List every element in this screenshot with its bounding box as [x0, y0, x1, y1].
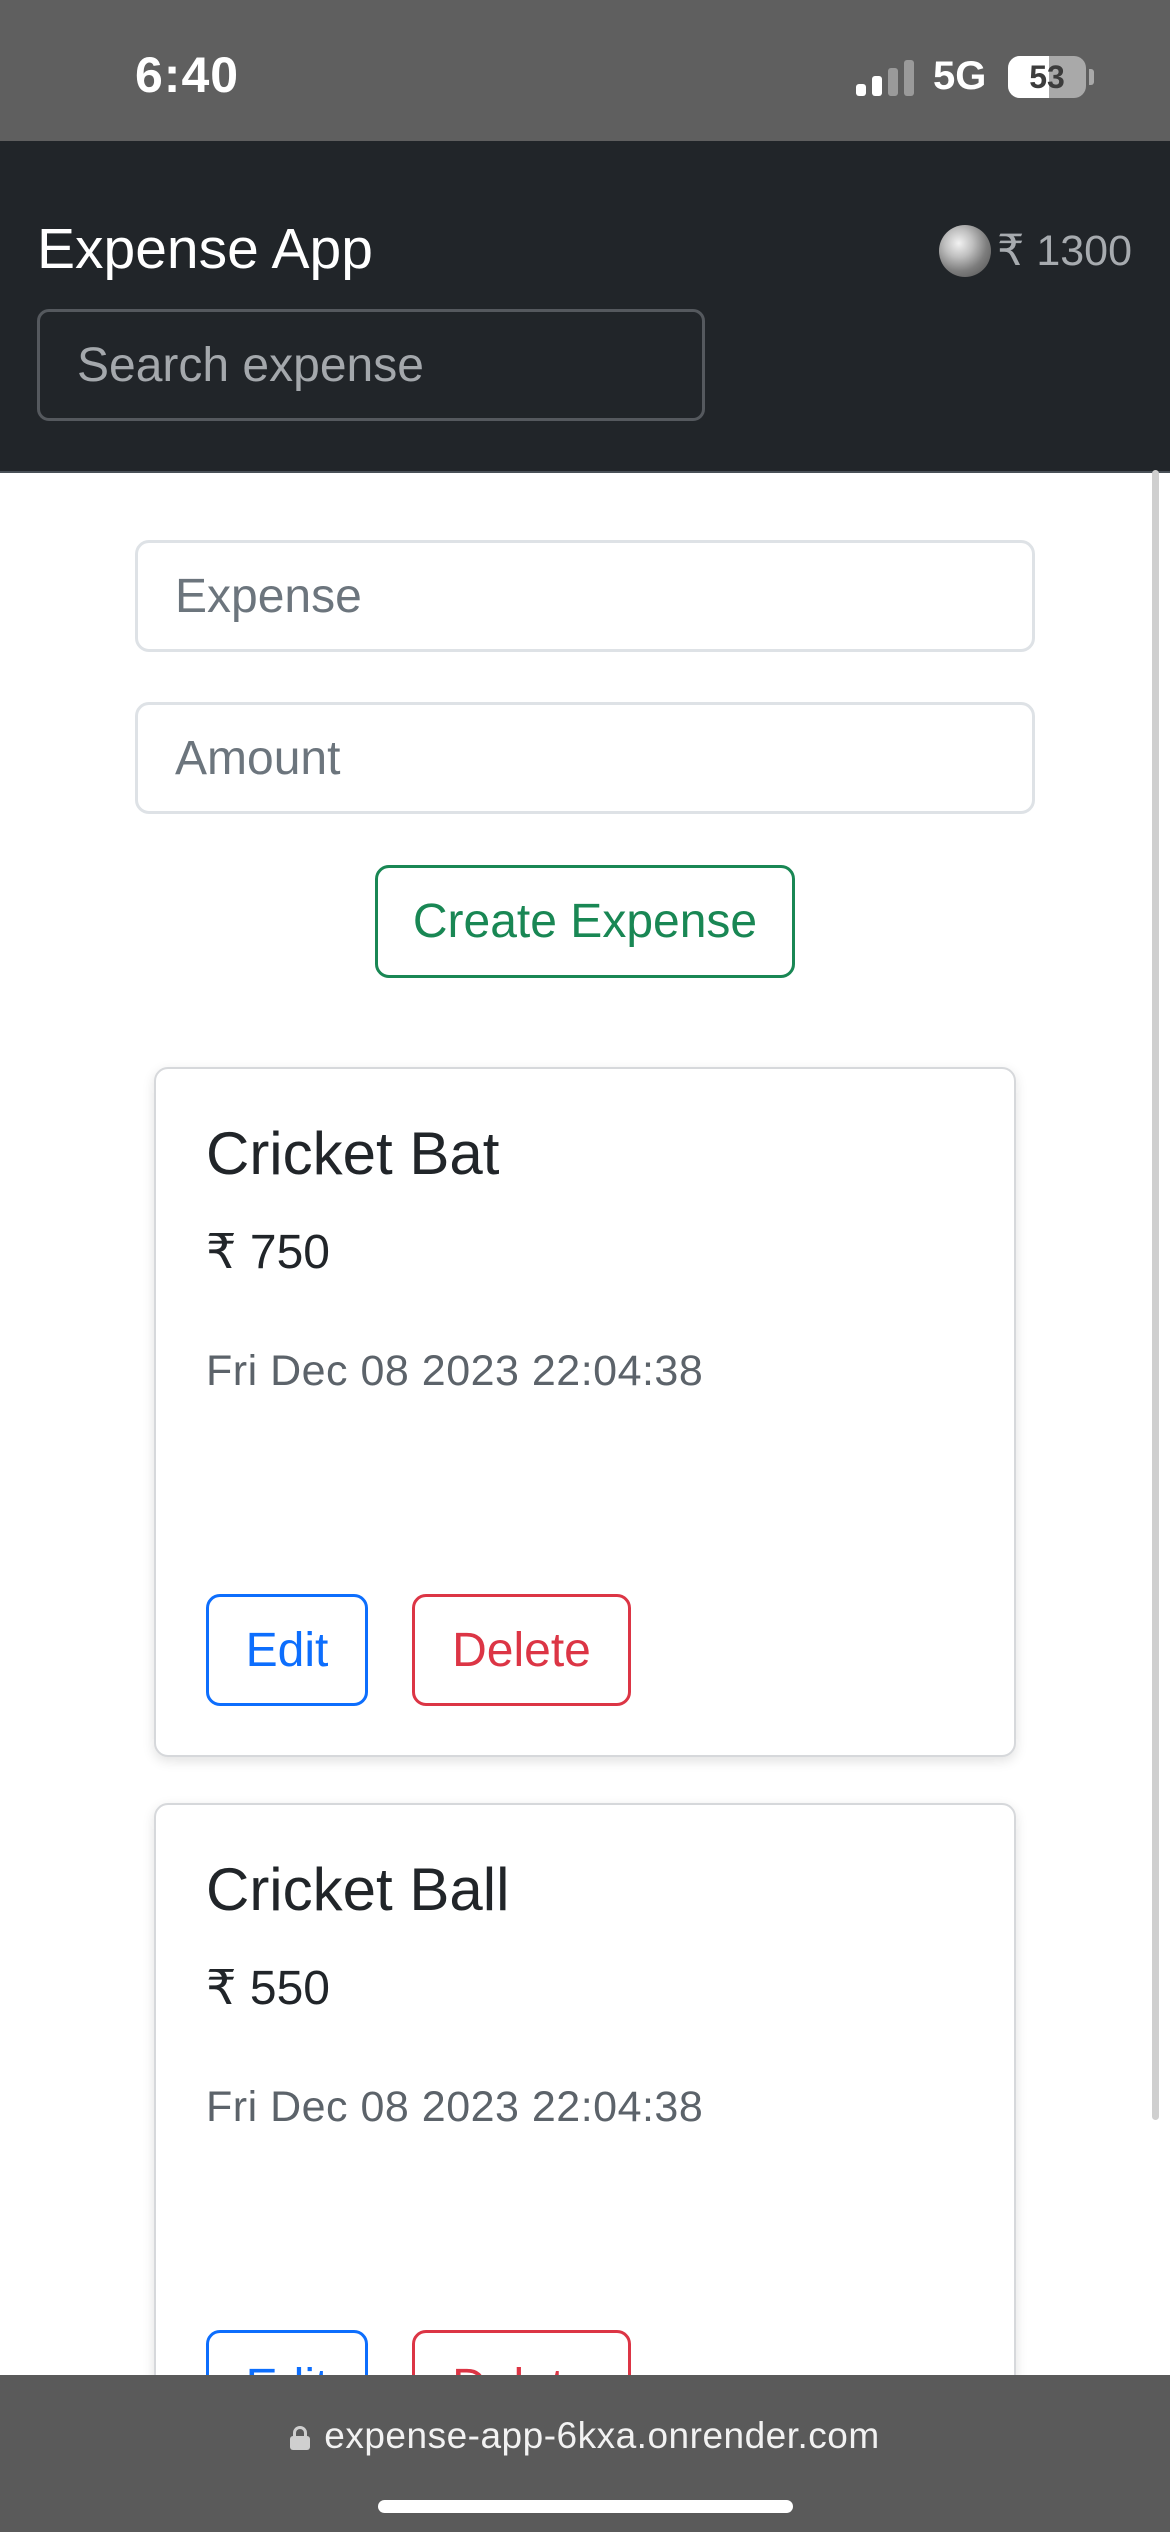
- balance-amount: ₹ 1300: [997, 227, 1132, 275]
- expense-amount: ₹ 750: [206, 1226, 330, 1279]
- battery-percent: 53: [1029, 59, 1065, 95]
- search-input[interactable]: [37, 309, 705, 421]
- signal-icon: [856, 60, 914, 96]
- screen: 6:40 5G 53 Expense App ₹ 1300 Create Exp…: [0, 0, 1170, 2532]
- expense-amount: ₹ 550: [206, 1962, 330, 2015]
- balance-display: ₹ 1300: [939, 225, 1132, 277]
- brand-title[interactable]: Expense App: [37, 216, 373, 282]
- battery-nub: [1089, 69, 1094, 85]
- status-bar: 6:40 5G 53: [0, 0, 1170, 141]
- expense-input[interactable]: [135, 540, 1035, 652]
- coin-icon: [939, 225, 992, 277]
- network-type: 5G: [933, 54, 987, 98]
- home-indicator[interactable]: [378, 2500, 793, 2513]
- url-text[interactable]: expense-app-6kxa.onrender.com: [324, 2415, 879, 2456]
- lock-icon: [290, 2426, 311, 2450]
- delete-button[interactable]: Delete: [412, 1594, 631, 1706]
- expense-title: Cricket Bat: [206, 1120, 500, 1187]
- scrollbar[interactable]: [1152, 470, 1159, 2120]
- expense-title: Cricket Ball: [206, 1856, 510, 1923]
- amount-input[interactable]: [135, 702, 1035, 814]
- battery-icon: 53: [1008, 56, 1086, 98]
- expense-card: Cricket Bat ₹ 750 Fri Dec 08 2023 22:04:…: [154, 1067, 1016, 1757]
- expense-date: Fri Dec 08 2023 22:04:38: [206, 1347, 704, 1395]
- navbar: Expense App ₹ 1300: [0, 141, 1170, 473]
- create-expense-button[interactable]: Create Expense: [375, 865, 795, 978]
- status-time: 6:40: [135, 47, 240, 103]
- edit-button[interactable]: Edit: [206, 1594, 368, 1706]
- url-display[interactable]: expense-app-6kxa.onrender.com: [0, 2415, 1170, 2457]
- expense-date: Fri Dec 08 2023 22:04:38: [206, 2083, 704, 2131]
